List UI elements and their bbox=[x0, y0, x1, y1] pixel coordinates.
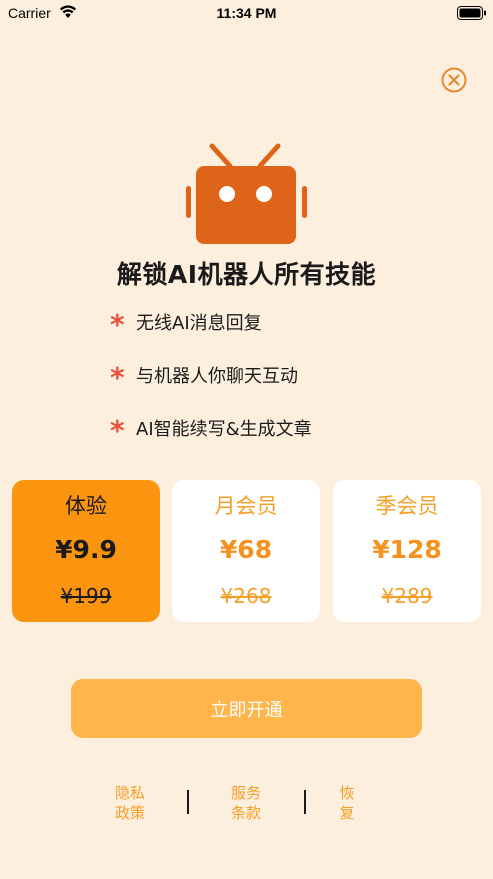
restore-purchase-link[interactable]: 恢 复 bbox=[327, 783, 367, 823]
close-icon bbox=[441, 67, 467, 93]
plan-name: 季会员 bbox=[375, 494, 439, 518]
privacy-policy-link[interactable]: 隐私 政策 bbox=[110, 783, 150, 823]
plan-card-trial[interactable]: 体验 ¥9.9 ¥199 bbox=[12, 480, 160, 622]
star-icon: * bbox=[110, 361, 125, 394]
list-item: * AI智能续写&生成文章 bbox=[110, 416, 312, 469]
list-item: * 无线AI消息回复 bbox=[110, 310, 312, 363]
robot-icon bbox=[184, 140, 310, 250]
feature-text: 无线AI消息回复 bbox=[136, 313, 262, 334]
divider bbox=[304, 790, 306, 814]
star-icon: * bbox=[110, 414, 125, 447]
page-title: 解锁AI机器人所有技能 bbox=[116, 260, 377, 289]
terms-of-service-link[interactable]: 服务 条款 bbox=[226, 783, 266, 823]
plan-price: ¥9.9 bbox=[55, 535, 117, 564]
plan-name: 体验 bbox=[65, 494, 107, 518]
feature-text: AI智能续写&生成文章 bbox=[136, 419, 312, 440]
feature-list: * 无线AI消息回复 * 与机器人你聊天互动 * AI智能续写&生成文章 bbox=[110, 310, 312, 469]
status-time: 11:34 PM bbox=[216, 5, 277, 21]
plan-card-monthly[interactable]: 月会员 ¥68 ¥268 bbox=[172, 480, 320, 622]
plan-card-quarterly[interactable]: 季会员 ¥128 ¥289 bbox=[333, 480, 481, 622]
plan-price: ¥128 bbox=[372, 535, 442, 564]
close-button[interactable] bbox=[441, 67, 467, 93]
plan-price: ¥68 bbox=[219, 535, 273, 564]
subscribe-button[interactable]: 立即开通 bbox=[71, 679, 422, 738]
plan-original-price: ¥268 bbox=[220, 584, 272, 608]
list-item: * 与机器人你聊天互动 bbox=[110, 363, 312, 416]
divider bbox=[187, 790, 189, 814]
feature-text: 与机器人你聊天互动 bbox=[136, 366, 298, 387]
star-icon: * bbox=[110, 308, 125, 341]
battery-icon bbox=[457, 5, 487, 24]
plan-name: 月会员 bbox=[214, 494, 278, 518]
status-bar: Carrier 11:34 PM bbox=[0, 0, 493, 26]
plan-original-price: ¥289 bbox=[381, 584, 433, 608]
plan-original-price: ¥199 bbox=[60, 584, 112, 608]
